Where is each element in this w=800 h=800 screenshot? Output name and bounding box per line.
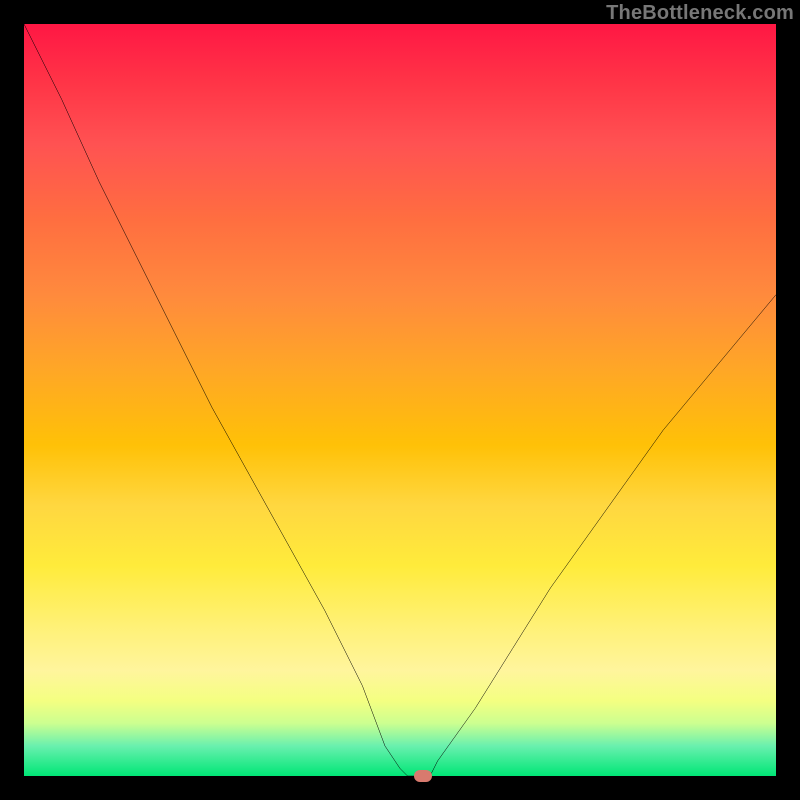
bottleneck-curve	[24, 24, 776, 776]
chart-frame: TheBottleneck.com	[0, 0, 800, 800]
watermark-text: TheBottleneck.com	[606, 2, 794, 25]
optimal-point-marker	[414, 770, 432, 782]
